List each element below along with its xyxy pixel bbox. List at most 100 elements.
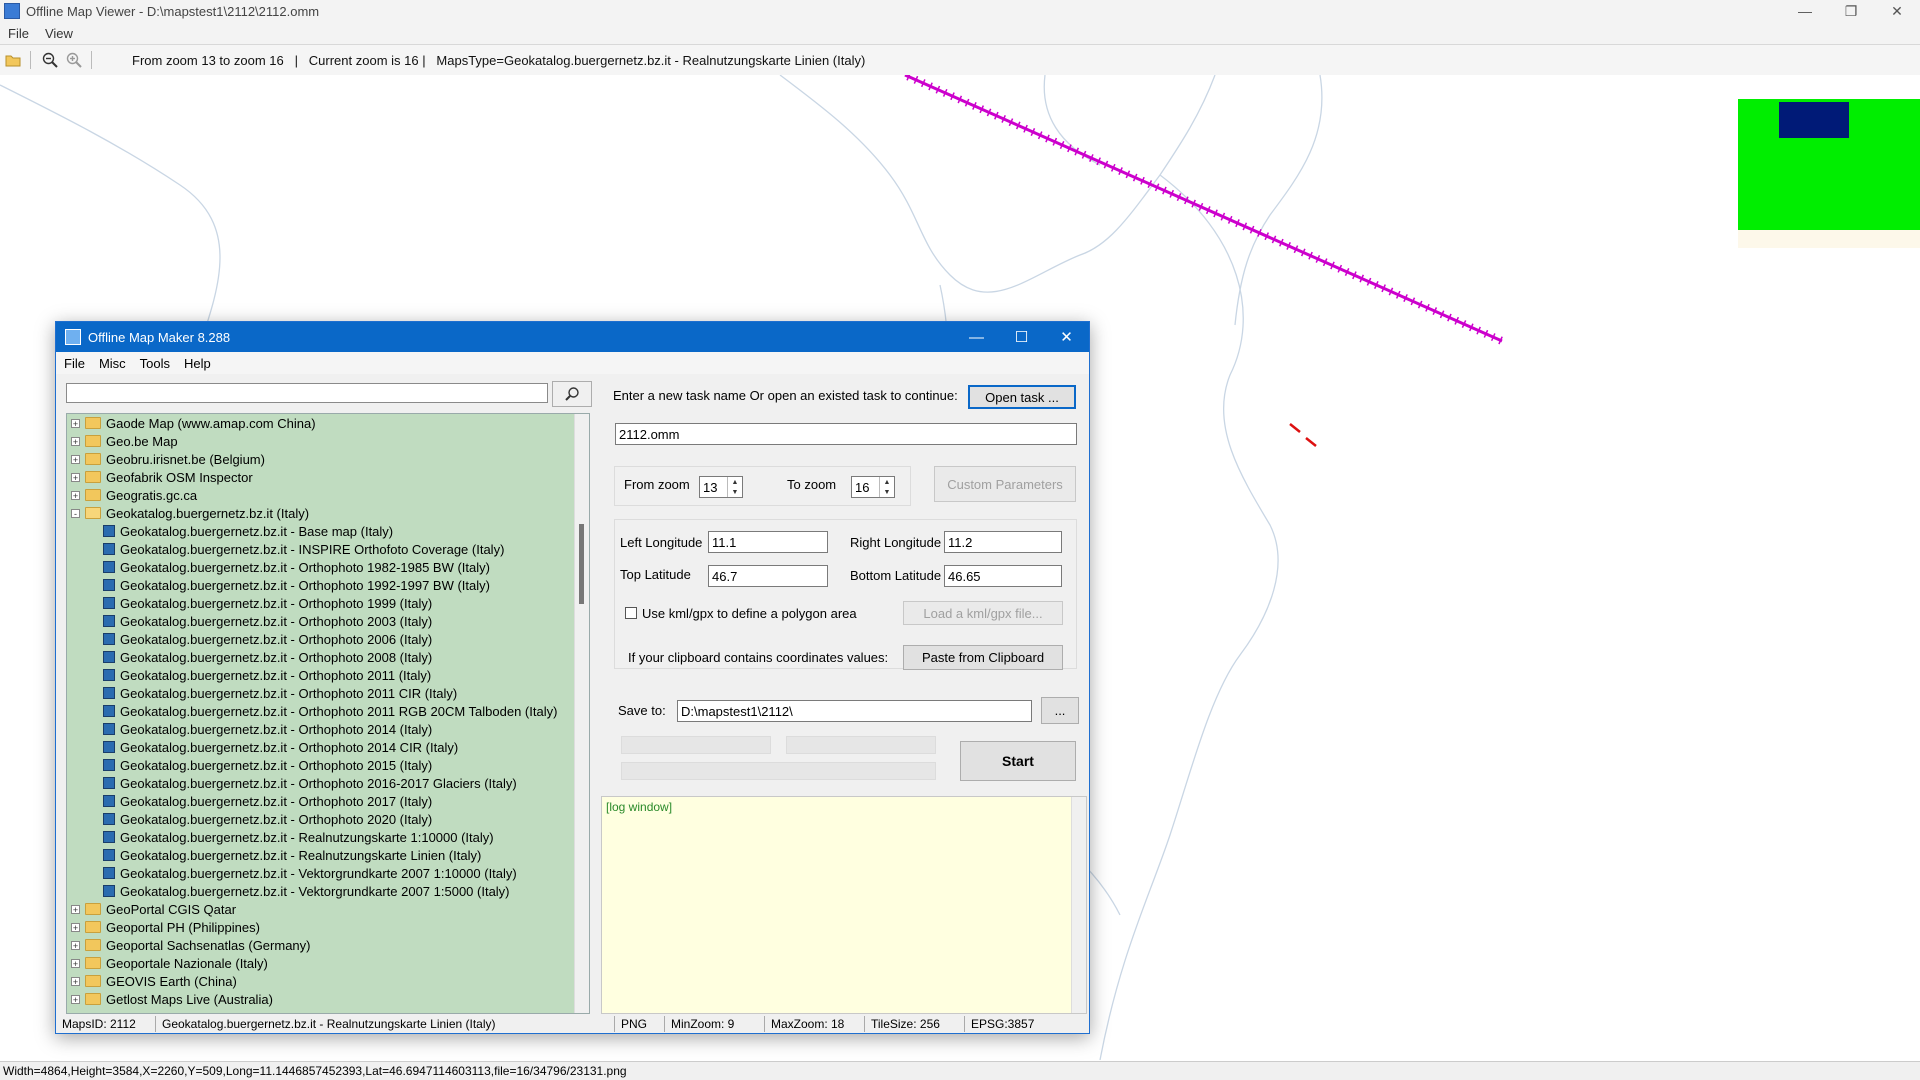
bottom-latitude-field[interactable]: 46.65 [944,565,1062,587]
viewer-menubar: File View [0,22,1920,44]
tree-folder[interactable]: + Getlost Maps Live (Australia) [67,990,273,1008]
minimize-icon[interactable]: — [1782,0,1828,22]
start-button[interactable]: Start [960,741,1076,781]
dialog-maximize-icon[interactable]: ☐ [999,322,1044,352]
save-to-field[interactable]: D:\mapstest1\2112\ [677,700,1032,722]
tree-map-item[interactable]: Geokatalog.buergernetz.bz.it - Base map … [103,522,393,540]
zoom-in-icon[interactable] [63,49,85,71]
log-window[interactable]: [log window] [601,796,1087,1014]
tree-folder[interactable]: + Geo.be Map [67,432,178,450]
open-folder-icon[interactable] [2,49,24,71]
tree-map-item[interactable]: Geokatalog.buergernetz.bz.it - Orthophot… [103,558,490,576]
expand-icon[interactable]: + [71,454,80,464]
status-epsg: EPSG:3857 [971,1017,1035,1031]
browse-button[interactable]: ... [1041,697,1079,724]
expand-icon[interactable]: + [71,976,80,986]
expand-icon[interactable]: + [71,904,80,914]
map-layer-icon [103,633,115,645]
zoom-out-icon[interactable] [39,49,61,71]
tree-map-item[interactable]: Geokatalog.buergernetz.bz.it - Orthophot… [103,684,457,702]
tree-folder[interactable]: + GeoPortal CGIS Qatar [67,900,236,918]
expand-icon[interactable]: + [71,436,80,446]
tree-folder[interactable]: + GEOVIS Earth (China) [67,972,237,990]
dialog-title-bar[interactable]: Offline Map Maker 8.288 — ☐ ✕ [56,322,1089,352]
map-layer-icon [103,579,115,591]
expand-icon[interactable]: + [71,958,80,968]
from-zoom-spinner[interactable]: 13 ▲ ▼ [699,476,743,498]
expand-icon[interactable]: + [71,490,80,500]
tree-folder[interactable]: - Geokatalog.buergernetz.bz.it (Italy) [67,504,309,522]
right-longitude-field[interactable]: 11.2 [944,531,1062,553]
tree-map-item[interactable]: Geokatalog.buergernetz.bz.it - Vektorgru… [103,864,517,882]
tree-map-item[interactable]: Geokatalog.buergernetz.bz.it - Orthophot… [103,756,432,774]
close-icon[interactable]: ✕ [1874,0,1920,22]
map-layer-icon [103,615,115,627]
map-beige-area [1738,230,1920,248]
tree-map-item[interactable]: Geokatalog.buergernetz.bz.it - INSPIRE O… [103,540,504,558]
tree-map-item[interactable]: Geokatalog.buergernetz.bz.it - Orthophot… [103,720,432,738]
expand-icon[interactable]: + [71,922,80,932]
tree-map-item[interactable]: Geokatalog.buergernetz.bz.it - Orthophot… [103,738,458,756]
to-zoom-spinner[interactable]: 16 ▲ ▼ [851,476,895,498]
expand-icon[interactable]: + [71,472,80,482]
search-button[interactable] [552,381,592,407]
load-kml-button[interactable]: Load a kml/gpx file... [903,601,1063,625]
map-source-tree[interactable]: + Gaode Map (www.amap.com China) + Geo.be M… [66,413,590,1014]
spin-down-icon[interactable]: ▼ [884,489,891,496]
tree-scrollbar[interactable] [574,414,589,1013]
tree-map-item[interactable]: Geokatalog.buergernetz.bz.it - Orthophot… [103,792,432,810]
tree-map-item[interactable]: Geokatalog.buergernetz.bz.it - Orthophot… [103,666,431,684]
tree-folder[interactable]: + Geoportal PH (Philippines) [67,918,260,936]
tree-folder[interactable]: + Geoportal Sachsenatlas (Germany) [67,936,310,954]
right-longitude-label: Right Longitude [850,535,942,550]
log-scrollbar[interactable] [1071,797,1086,1013]
collapse-icon[interactable]: - [71,508,80,518]
tree-map-item[interactable]: Geokatalog.buergernetz.bz.it - Orthophot… [103,576,490,594]
custom-parameters-button[interactable]: Custom Parameters [934,466,1076,502]
dialog-minimize-icon[interactable]: — [954,322,999,352]
dialog-app-icon [65,329,81,345]
tree-map-item[interactable]: Geokatalog.buergernetz.bz.it - Orthophot… [103,594,432,612]
tree-item-label: Geokatalog.buergernetz.bz.it - Orthophot… [120,613,433,629]
viewer-status-text: Width=4864,Height=3584,X=2260,Y=509,Long… [3,1064,627,1078]
tree-folder[interactable]: + Gaode Map (www.amap.com China) [67,414,316,432]
spin-up-icon[interactable]: ▲ [884,479,891,486]
map-red-mark [1289,423,1301,433]
dialog-menu-misc[interactable]: Misc [93,356,132,371]
menu-view[interactable]: View [37,26,81,41]
map-layer-icon [103,885,115,897]
tree-map-item[interactable]: Geokatalog.buergernetz.bz.it - Orthophot… [103,630,432,648]
tree-item-label: Geokatalog.buergernetz.bz.it - Base map … [120,523,394,539]
map-search-input[interactable] [66,383,548,403]
restore-icon[interactable]: ❐ [1828,0,1874,22]
tree-map-item[interactable]: Geokatalog.buergernetz.bz.it - Orthophot… [103,612,432,630]
tree-map-item[interactable]: Geokatalog.buergernetz.bz.it - Orthophot… [103,774,517,792]
tree-map-item[interactable]: Geokatalog.buergernetz.bz.it - Orthophot… [103,702,557,720]
tree-folder[interactable]: + Geogratis.gc.ca [67,486,197,504]
tree-map-item[interactable]: Geokatalog.buergernetz.bz.it - Vektorgru… [103,882,510,900]
expand-icon[interactable]: + [71,418,80,428]
expand-icon[interactable]: + [71,994,80,1004]
paste-clipboard-button[interactable]: Paste from Clipboard [903,645,1063,670]
open-task-button[interactable]: Open task ... [968,385,1076,409]
tree-map-item[interactable]: Geokatalog.buergernetz.bz.it - Realnutzu… [103,828,494,846]
dialog-menu-help[interactable]: Help [178,356,217,371]
dialog-close-icon[interactable]: ✕ [1044,322,1089,352]
tree-folder[interactable]: + Geobru.irisnet.be (Belgium) [67,450,265,468]
tree-folder[interactable]: + Geofabrik OSM Inspector [67,468,253,486]
task-name-field[interactable]: 2112.omm [615,423,1077,445]
offline-map-maker-dialog: Offline Map Maker 8.288 — ☐ ✕ File Misc … [55,321,1090,1034]
dialog-menu-tools[interactable]: Tools [134,356,176,371]
spin-up-icon[interactable]: ▲ [732,479,739,486]
spin-down-icon[interactable]: ▼ [732,489,739,496]
tree-map-item[interactable]: Geokatalog.buergernetz.bz.it - Orthophot… [103,648,432,666]
dialog-menu-file[interactable]: File [58,356,91,371]
top-latitude-field[interactable]: 46.7 [708,565,828,587]
expand-icon[interactable]: + [71,940,80,950]
tree-folder[interactable]: + Geoportale Nazionale (Italy) [67,954,268,972]
tree-map-item[interactable]: Geokatalog.buergernetz.bz.it - Realnutzu… [103,846,481,864]
kml-checkbox[interactable] [625,607,637,619]
menu-file[interactable]: File [0,26,37,41]
tree-map-item[interactable]: Geokatalog.buergernetz.bz.it - Orthophot… [103,810,432,828]
left-longitude-field[interactable]: 11.1 [708,531,828,553]
